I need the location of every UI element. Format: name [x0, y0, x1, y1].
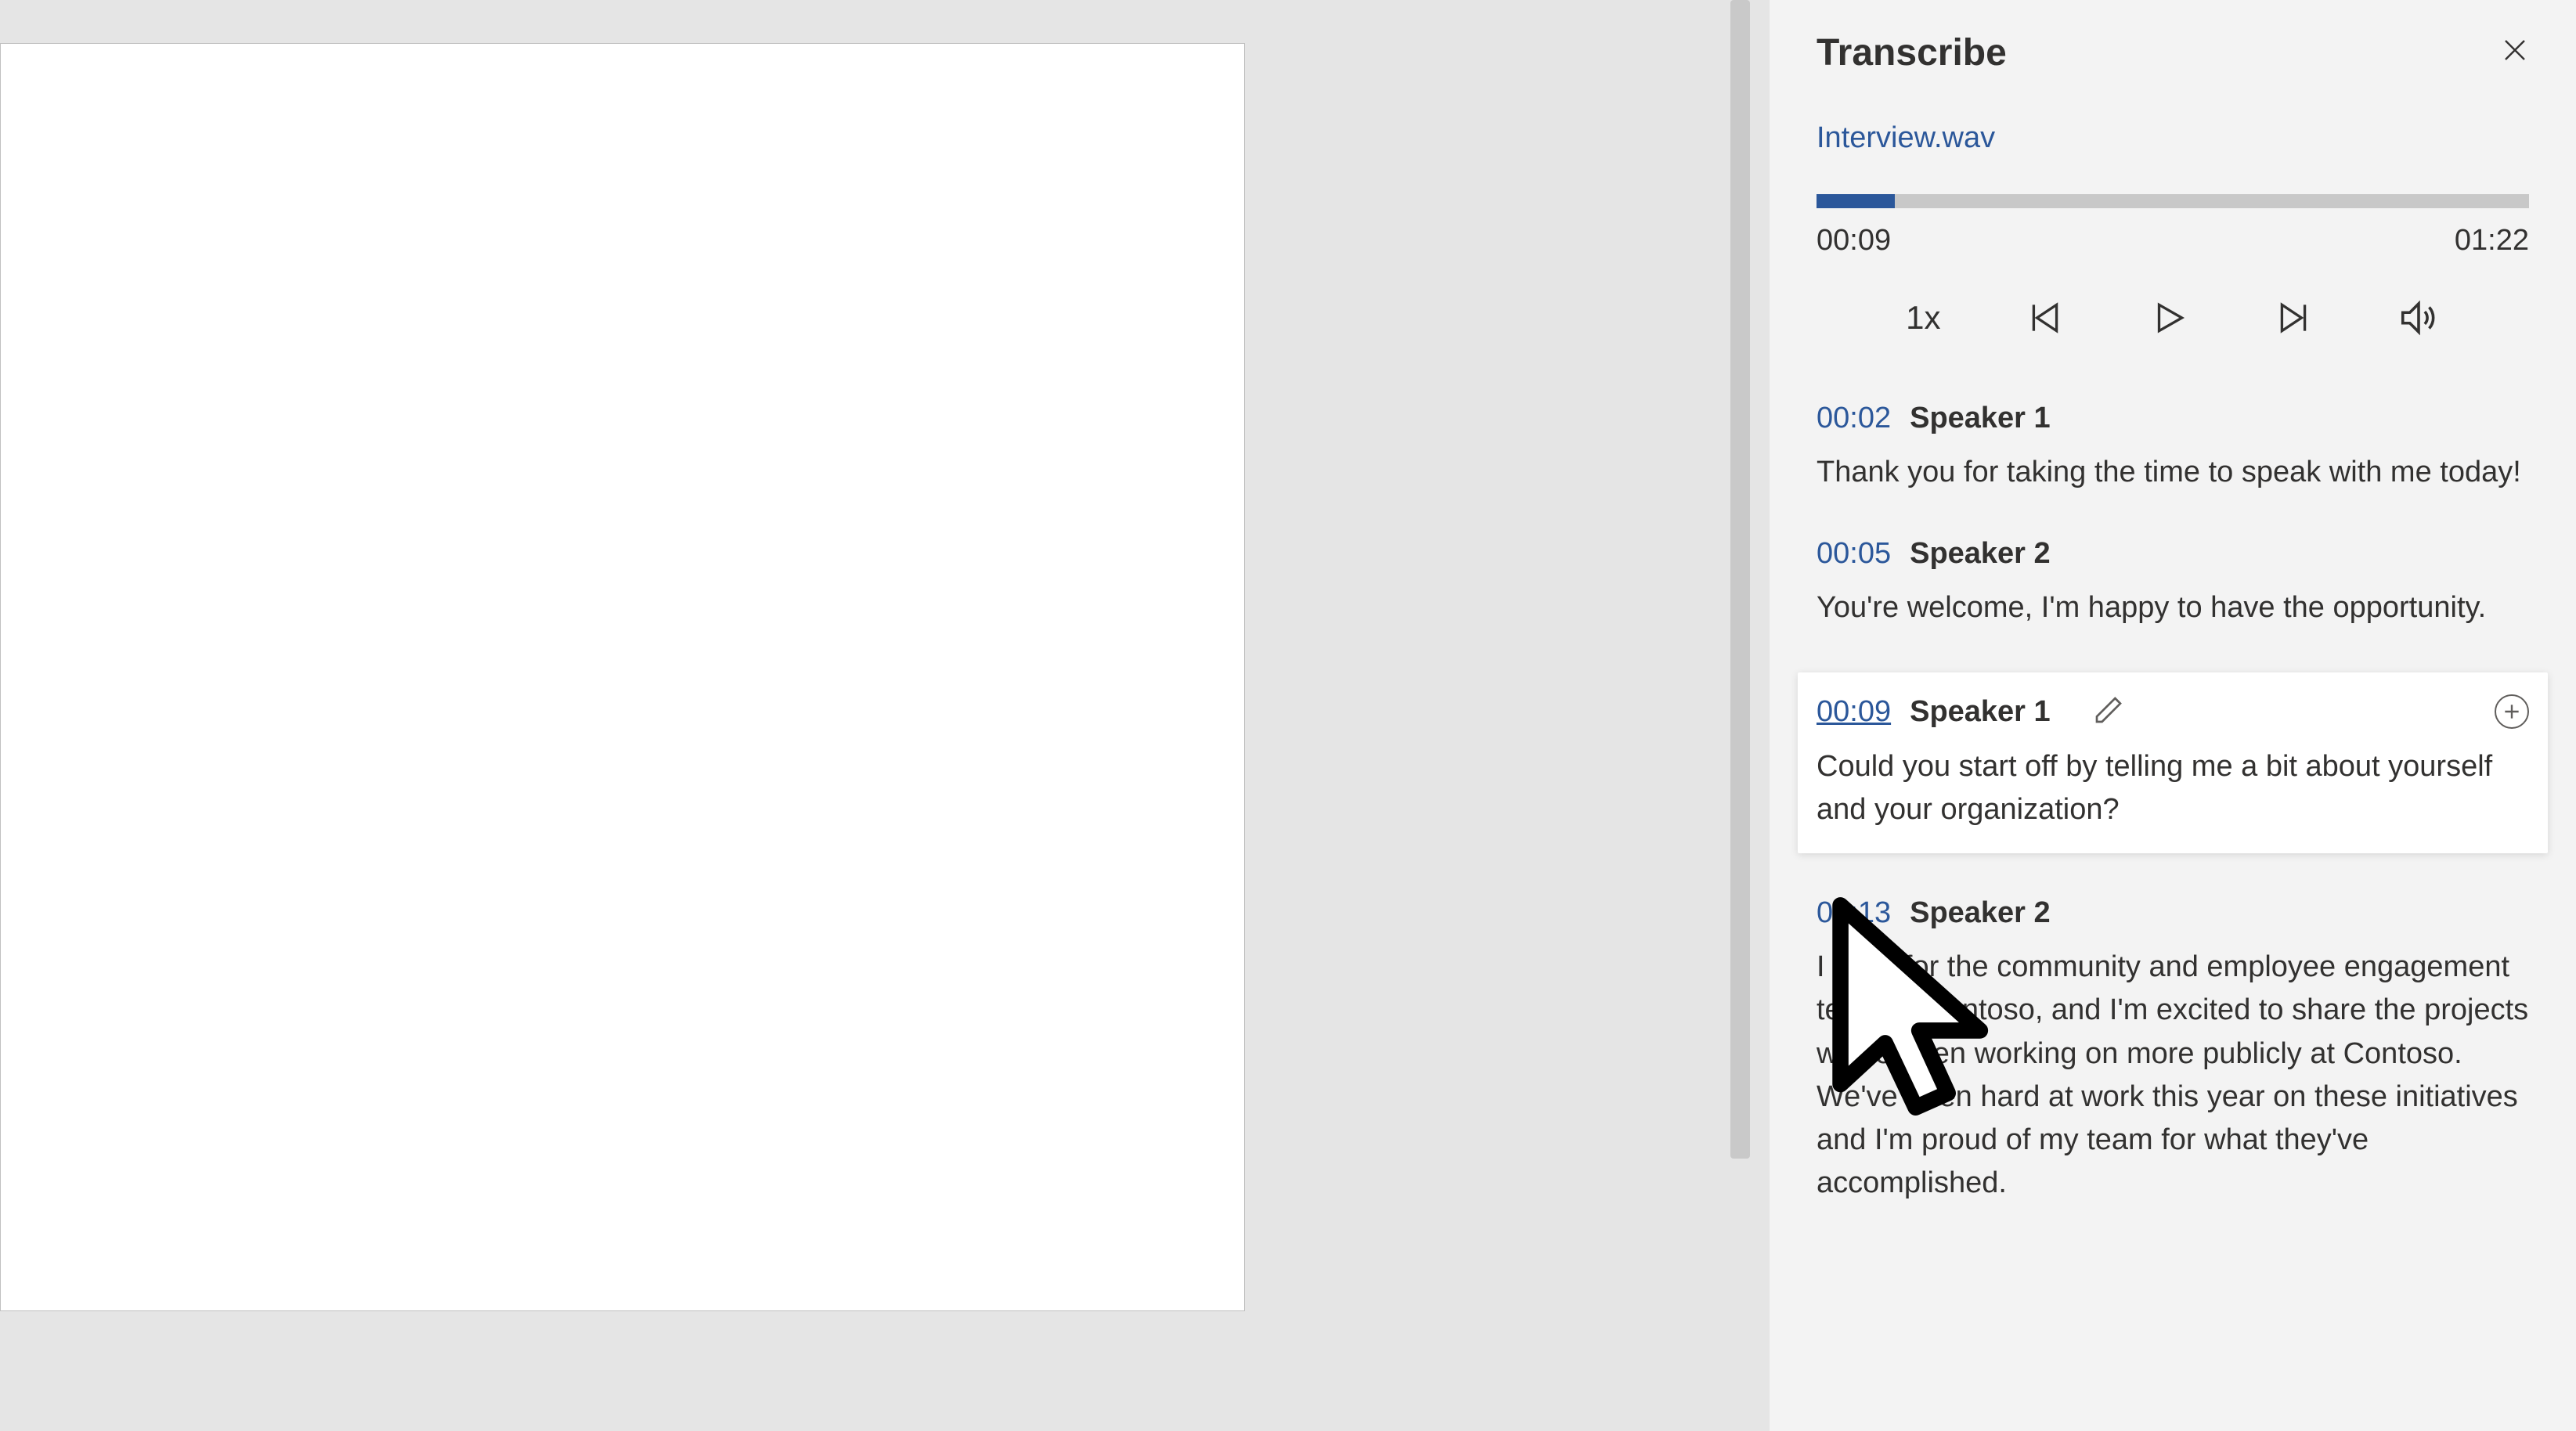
close-icon: [2501, 36, 2529, 64]
progress-bar[interactable]: [1817, 194, 2529, 208]
panel-header: Transcribe: [1817, 31, 2529, 74]
previous-button[interactable]: [2026, 298, 2065, 337]
total-time: 01:22: [2455, 224, 2529, 258]
audio-filename-link[interactable]: Interview.wav: [1817, 121, 2529, 155]
add-to-document-button[interactable]: [2495, 694, 2529, 729]
segment-speaker: Speaker 1: [1910, 402, 2051, 435]
segment-header: 00:13 Speaker 2: [1817, 896, 2529, 930]
segment-speaker: Speaker 2: [1910, 896, 2051, 930]
close-button[interactable]: [2501, 36, 2529, 70]
panel-title: Transcribe: [1817, 31, 2007, 74]
segment-text: Could you start off by telling me a bit …: [1817, 745, 2529, 831]
transcript-segments: 00:02 Speaker 1 Thank you for taking the…: [1817, 402, 2529, 1205]
segment-header: 00:02 Speaker 1: [1817, 402, 2529, 435]
playback-speed-button[interactable]: 1x: [1906, 299, 1940, 337]
next-button[interactable]: [2274, 298, 2313, 337]
segment-header: 00:05 Speaker 2: [1817, 537, 2529, 571]
segment-speaker: Speaker 2: [1910, 537, 2051, 571]
transcript-segment[interactable]: 00:09 Speaker 1 Could you start off by t…: [1798, 672, 2548, 853]
document-canvas: [0, 0, 1762, 1431]
skip-previous-icon: [2026, 298, 2065, 337]
edit-icon[interactable]: [2093, 694, 2124, 730]
segment-text: Thank you for taking the time to speak w…: [1817, 451, 2529, 494]
transcript-segment[interactable]: 00:05 Speaker 2 You're welcome, I'm happ…: [1817, 537, 2529, 629]
transcribe-panel: Transcribe Interview.wav 00:09 01:22 1x: [1770, 0, 2576, 1431]
vertical-scrollbar[interactable]: [1730, 0, 1750, 1159]
segment-timestamp[interactable]: 00:02: [1817, 402, 1891, 435]
transcript-segment[interactable]: 00:02 Speaker 1 Thank you for taking the…: [1817, 402, 2529, 494]
play-icon: [2149, 298, 2188, 337]
segment-timestamp[interactable]: 00:13: [1817, 896, 1891, 930]
skip-next-icon: [2274, 298, 2313, 337]
segment-timestamp[interactable]: 00:09: [1817, 695, 1891, 729]
segment-timestamp[interactable]: 00:05: [1817, 537, 1891, 571]
time-labels: 00:09 01:22: [1817, 224, 2529, 258]
playback-speed-label: 1x: [1906, 299, 1940, 337]
segment-header: 00:09 Speaker 1: [1817, 694, 2529, 730]
volume-button[interactable]: [2397, 297, 2440, 339]
player-controls: 1x: [1817, 297, 2529, 339]
transcript-segment[interactable]: 00:13 Speaker 2 I work for the community…: [1817, 896, 2529, 1205]
segment-text: You're welcome, I'm happy to have the op…: [1817, 586, 2529, 629]
segment-text: I work for the community and employee en…: [1817, 946, 2529, 1205]
volume-icon: [2397, 297, 2440, 339]
current-time: 00:09: [1817, 224, 1891, 258]
audio-progress: 00:09 01:22: [1817, 194, 2529, 258]
progress-bar-fill: [1817, 194, 1895, 208]
play-button[interactable]: [2149, 298, 2188, 337]
segment-speaker: Speaker 1: [1910, 695, 2051, 729]
plus-icon: [2502, 701, 2522, 722]
document-page[interactable]: [0, 43, 1245, 1311]
